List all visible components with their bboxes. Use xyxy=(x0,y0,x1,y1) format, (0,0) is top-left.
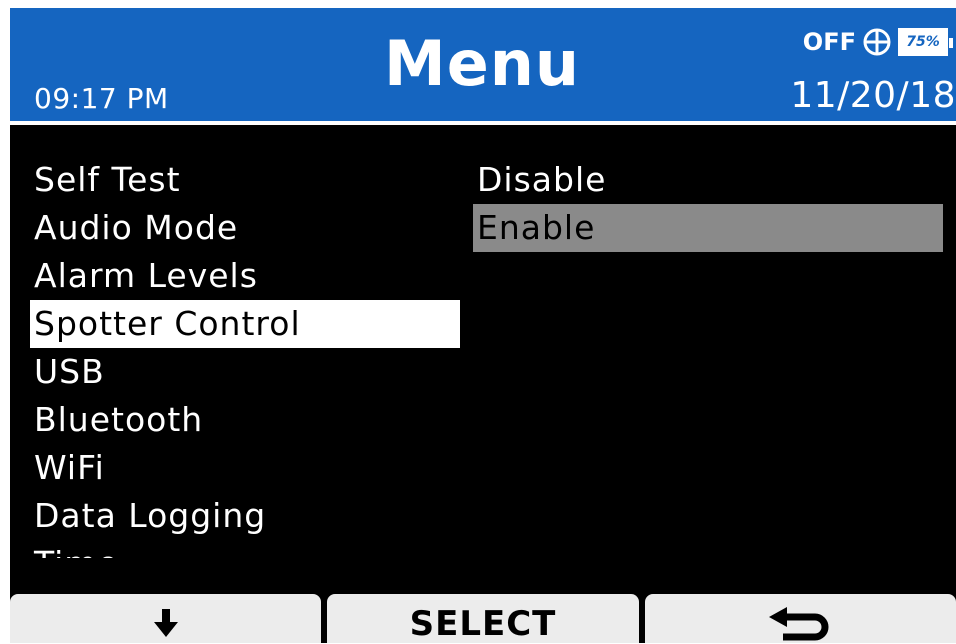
option-enable[interactable]: Enable xyxy=(473,204,943,252)
softkey-bar: SELECT xyxy=(10,594,956,644)
menu-item-self-test[interactable]: Self Test xyxy=(30,156,460,204)
menu-item-spotter-control[interactable]: Spotter Control xyxy=(30,300,460,348)
menu-item-wifi[interactable]: WiFi xyxy=(30,444,460,492)
menu-item-bluetooth[interactable]: Bluetooth xyxy=(30,396,460,444)
battery-percent: 75% xyxy=(906,34,940,50)
menu-item-alarm-levels[interactable]: Alarm Levels xyxy=(30,252,460,300)
device-screen: 09:17 PM Menu OFF 75% 11/20/18 Self Test… xyxy=(10,8,956,644)
down-softkey[interactable] xyxy=(10,594,322,643)
option-list: Disable Enable xyxy=(473,156,943,252)
arrow-down-icon xyxy=(153,608,178,637)
option-disable[interactable]: Disable xyxy=(473,156,943,204)
crosshair-icon xyxy=(863,28,891,56)
menu-item-time[interactable]: Time xyxy=(30,540,460,558)
menu-item-usb[interactable]: USB xyxy=(30,348,460,396)
menu-item-data-logging[interactable]: Data Logging xyxy=(30,492,460,540)
header-bar: 09:17 PM Menu OFF 75% 11/20/18 xyxy=(10,8,956,125)
back-softkey[interactable] xyxy=(644,594,956,643)
status-indicators: OFF 75% xyxy=(802,22,953,62)
page-title: Menu xyxy=(384,27,581,100)
back-arrow-icon xyxy=(769,606,829,640)
select-softkey[interactable]: SELECT xyxy=(327,594,639,644)
select-label: SELECT xyxy=(409,603,557,644)
date-display: 11/20/18 xyxy=(790,75,956,116)
battery-icon: 75% xyxy=(898,28,953,56)
menu-list: Self Test Audio Mode Alarm Levels Spotte… xyxy=(30,156,460,558)
gps-state-label: OFF xyxy=(802,28,856,56)
clock-time: 09:17 PM xyxy=(34,82,169,115)
menu-item-audio-mode[interactable]: Audio Mode xyxy=(30,204,460,252)
